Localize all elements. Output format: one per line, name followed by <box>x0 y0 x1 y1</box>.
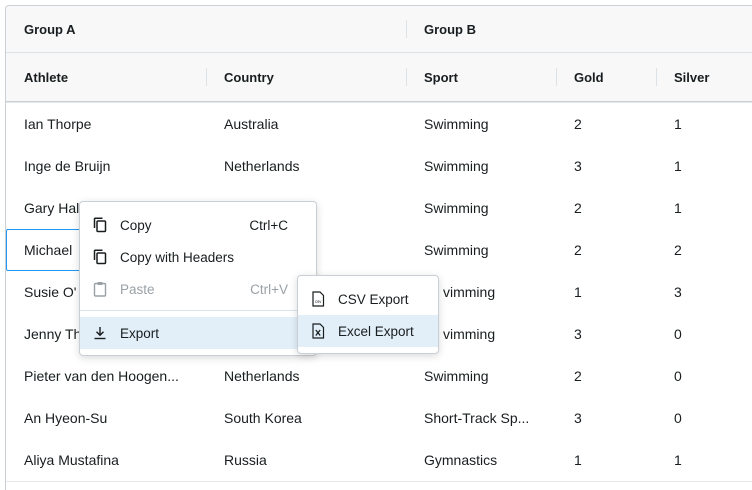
table-row[interactable]: Ian Thorpe Australia Swimming 2 1 <box>6 103 752 146</box>
cell-silver[interactable]: 0 <box>656 355 752 397</box>
shortcut-label: Ctrl+C <box>249 217 288 233</box>
menu-item-label: Export <box>120 325 160 341</box>
shortcut-label: Ctrl+V <box>250 281 288 297</box>
menu-separator <box>80 310 316 311</box>
cell-silver[interactable]: 3 <box>656 271 752 313</box>
clipboard-icon <box>92 281 108 297</box>
column-header-sport[interactable]: Sport <box>406 53 556 101</box>
svg-text:csv: csv <box>315 299 322 304</box>
column-header-row: Athlete Country Sport Gold Silver <box>6 53 752 102</box>
cell-gold[interactable]: 1 <box>556 271 656 313</box>
table-row[interactable]: Pieter van den Hoogen... Netherlands Swi… <box>6 355 752 398</box>
cell-athlete[interactable]: Pieter van den Hoogen... <box>6 355 206 397</box>
cell-silver[interactable]: 1 <box>656 145 752 187</box>
cell-athlete[interactable]: Ian Thorpe <box>6 103 206 145</box>
cell-gold[interactable]: 3 <box>556 313 656 355</box>
csv-file-icon: csv <box>310 291 326 307</box>
cell-silver[interactable]: 1 <box>656 187 752 229</box>
copy-icon <box>92 217 108 233</box>
table-row[interactable]: An Hyeon-Su South Korea Short-Track Sp..… <box>6 397 752 440</box>
table-row[interactable]: Inge de Bruijn Netherlands Swimming 3 1 <box>6 145 752 188</box>
column-header-athlete[interactable]: Athlete <box>6 53 206 101</box>
cell-sport[interactable]: Swimming <box>406 145 556 187</box>
table-row[interactable]: Aliya Mustafina Russia Gymnastics 1 1 <box>6 439 752 482</box>
cell-sport[interactable]: Gymnastics <box>406 439 556 481</box>
cell-athlete[interactable]: Aliya Mustafina <box>6 439 206 481</box>
cell-silver[interactable]: 1 <box>656 439 752 481</box>
menu-item-export[interactable]: Export <box>80 317 316 349</box>
cell-silver[interactable]: 0 <box>656 397 752 439</box>
menu-item-label: Paste <box>120 281 155 297</box>
menu-item-label: Excel Export <box>338 323 414 339</box>
cell-country[interactable]: Russia <box>206 439 406 481</box>
cell-gold[interactable]: 3 <box>556 397 656 439</box>
menu-item-excel-export[interactable]: Excel Export <box>298 315 438 347</box>
group-header-a[interactable]: Group A <box>6 6 406 52</box>
cell-gold[interactable]: 2 <box>556 355 656 397</box>
menu-item-label: CSV Export <box>338 291 409 307</box>
cell-sport[interactable]: Swimming <box>406 229 556 271</box>
cell-silver[interactable]: 2 <box>656 229 752 271</box>
cell-country[interactable]: Netherlands <box>206 145 406 187</box>
cell-gold[interactable]: 1 <box>556 439 656 481</box>
cell-sport[interactable]: Short-Track Sp... <box>406 397 556 439</box>
cell-gold[interactable]: 2 <box>556 229 656 271</box>
cell-country[interactable]: South Korea <box>206 397 406 439</box>
cell-gold[interactable]: 3 <box>556 145 656 187</box>
menu-item-copy-with-headers[interactable]: Copy with Headers <box>80 241 316 273</box>
group-header-row: Group A Group B <box>6 6 752 53</box>
menu-item-label: Copy with Headers <box>120 249 235 265</box>
cell-country[interactable]: Australia <box>206 103 406 145</box>
excel-file-icon <box>310 323 326 339</box>
export-submenu: csv CSV Export Excel Export <box>297 275 439 354</box>
column-header-silver[interactable]: Silver <box>656 53 752 101</box>
download-icon <box>92 325 108 341</box>
cell-country[interactable]: Netherlands <box>206 355 406 397</box>
menu-item-label: Copy <box>120 217 152 233</box>
cell-silver[interactable]: 1 <box>656 103 752 145</box>
copy-icon <box>92 249 108 265</box>
menu-item-csv-export[interactable]: csv CSV Export <box>298 283 438 315</box>
column-header-country[interactable]: Country <box>206 53 406 101</box>
cell-athlete[interactable]: An Hyeon-Su <box>6 397 206 439</box>
cell-silver[interactable]: 0 <box>656 313 752 355</box>
cell-sport[interactable]: Swimming <box>406 103 556 145</box>
context-menu: Copy Ctrl+C Copy with Headers Paste Ctrl… <box>79 201 317 356</box>
menu-item-copy[interactable]: Copy Ctrl+C <box>80 209 316 241</box>
cell-sport[interactable]: Swimming <box>406 187 556 229</box>
cell-athlete[interactable]: Inge de Bruijn <box>6 145 206 187</box>
group-header-b[interactable]: Group B <box>406 6 752 52</box>
column-header-gold[interactable]: Gold <box>556 53 656 101</box>
menu-item-paste: Paste Ctrl+V <box>80 273 316 305</box>
cell-sport[interactable]: Swimming <box>406 355 556 397</box>
cell-gold[interactable]: 2 <box>556 103 656 145</box>
cell-gold[interactable]: 2 <box>556 187 656 229</box>
